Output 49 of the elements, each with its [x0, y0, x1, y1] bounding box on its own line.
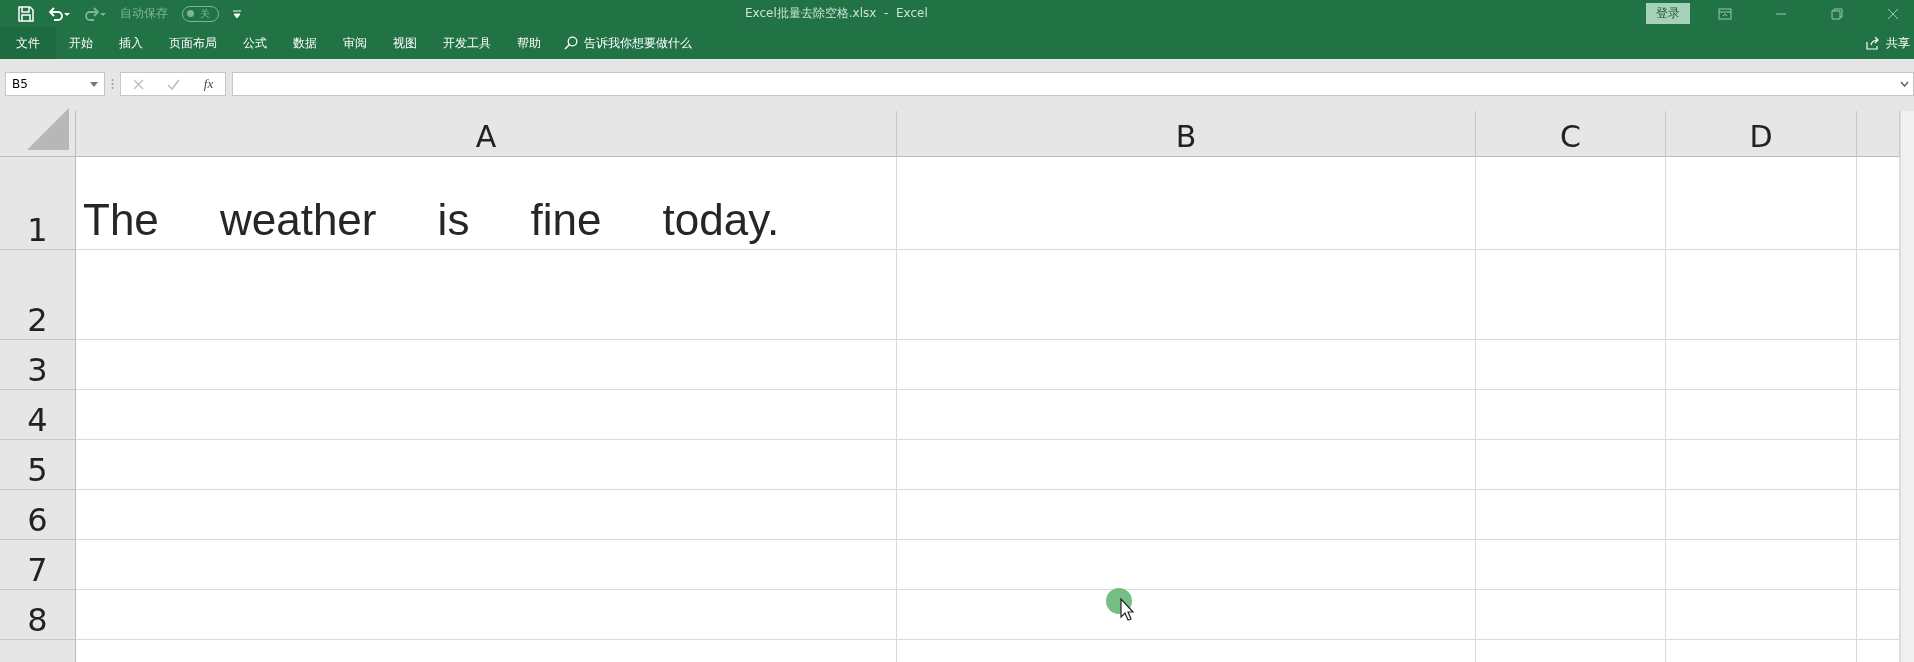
select-all-corner[interactable] — [0, 111, 76, 157]
row-header[interactable]: 1 — [0, 157, 76, 250]
cancel-icon[interactable] — [132, 78, 144, 90]
grip-icon — [111, 78, 114, 90]
ribbon-tab[interactable]: 数据 — [280, 26, 330, 60]
window-title: Excel批量去除空格.xlsx - Excel — [745, 5, 928, 22]
ribbon-tab[interactable]: 页面布局 — [156, 26, 230, 60]
save-icon[interactable] — [18, 5, 34, 22]
row-header[interactable]: 8 — [0, 590, 76, 640]
triangle-icon — [27, 108, 69, 150]
column-header[interactable]: C — [1476, 111, 1666, 157]
ribbon-tab[interactable]: 审阅 — [330, 26, 380, 60]
close-icon[interactable] — [1886, 6, 1900, 21]
search-icon[interactable] — [564, 36, 578, 50]
autosave-label: 自动保存 — [120, 5, 168, 22]
tell-me-field[interactable]: 告诉我你想要做什么 — [584, 34, 692, 52]
formula-field[interactable] — [232, 72, 1914, 96]
customize-icon[interactable] — [233, 9, 241, 18]
name-box[interactable]: B5 — [5, 72, 105, 96]
row-header[interactable]: 5 — [0, 440, 76, 490]
check-icon[interactable] — [167, 78, 181, 90]
ribbon-tab[interactable]: 开始 — [56, 26, 106, 60]
row-header[interactable]: 6 — [0, 490, 76, 540]
share-button[interactable]: 共享 — [1860, 33, 1914, 53]
ribbon-tab[interactable]: 开发工具 — [430, 26, 504, 60]
restore-icon[interactable] — [1830, 6, 1844, 21]
scrollbar[interactable] — [1900, 111, 1914, 662]
expand-icon[interactable] — [1900, 81, 1909, 87]
redo-icon[interactable] — [84, 6, 106, 21]
column-header[interactable]: A — [76, 111, 897, 157]
ribbon-tab[interactable]: 插入 — [106, 26, 156, 60]
row-header[interactable]: 2 — [0, 250, 76, 340]
dropdown-icon[interactable] — [90, 81, 98, 87]
insert-function-button[interactable]: fx — [203, 76, 214, 92]
row-header[interactable]: 4 — [0, 390, 76, 440]
ribbon-tab[interactable]: 帮助 — [504, 26, 554, 60]
row-header[interactable]: 3 — [0, 340, 76, 390]
ribbon-tab[interactable]: 文件 — [0, 26, 56, 60]
ribbon-tab[interactable]: 视图 — [380, 26, 430, 60]
share-icon — [1866, 36, 1880, 50]
ribbon-tab[interactable]: 公式 — [230, 26, 280, 60]
table-cell: The weather is fine today. — [76, 157, 897, 250]
login-button[interactable]: 登录 — [1646, 3, 1690, 24]
undo-icon[interactable] — [48, 6, 70, 21]
column-header[interactable]: B — [897, 111, 1476, 157]
row-header[interactable]: 7 — [0, 540, 76, 590]
ribbon-display-icon[interactable] — [1718, 6, 1732, 21]
column-header[interactable] — [1857, 111, 1900, 157]
column-header[interactable]: D — [1666, 111, 1857, 157]
